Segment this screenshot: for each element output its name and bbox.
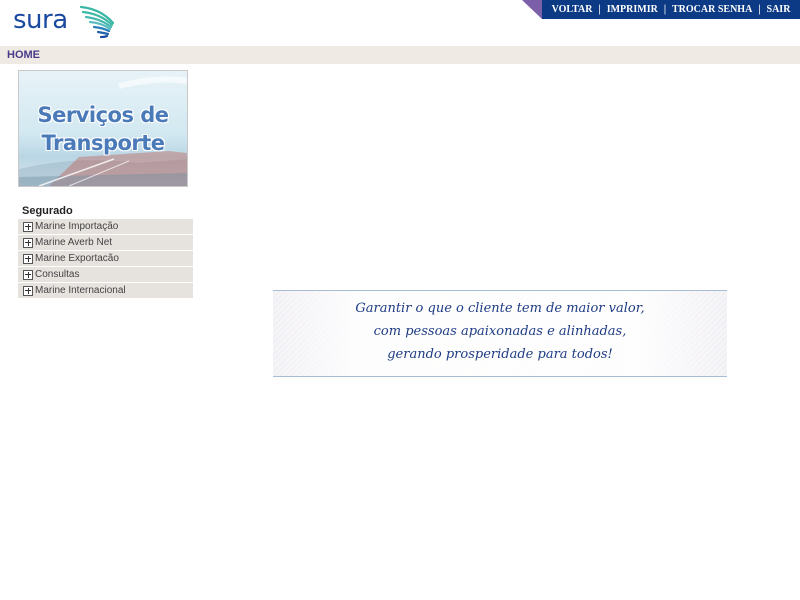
ship-illustration [19, 76, 187, 186]
plus-box-icon[interactable] [23, 221, 33, 232]
header: sura VOLTAR | IMPRIMIR | TROCAR SENHA | … [0, 0, 800, 46]
servicos-transporte-banner: Serviços de Transporte [18, 70, 188, 187]
menu-item-label: Marine Exportacão [35, 253, 119, 264]
plus-box-icon[interactable] [23, 285, 33, 296]
menu-item-marine-averb-net[interactable]: Marine Averb Net [18, 235, 193, 250]
slogan-line3: gerando prosperidade para todos! [387, 347, 613, 362]
plus-box-icon[interactable] [23, 253, 33, 264]
menu-item-label: Marine Internacional [35, 285, 126, 296]
plus-box-icon[interactable] [23, 269, 33, 280]
menu-item-label: Marine Importação [35, 221, 119, 232]
menu-item-marine-importacao[interactable]: Marine Importação [18, 219, 193, 234]
menu-item-consultas[interactable]: Consultas [18, 267, 193, 282]
plus-box-icon[interactable] [23, 237, 33, 248]
trocar-senha-link[interactable]: TROCAR SENHA [672, 4, 752, 15]
slogan-line1: Garantir o que o cliente tem de maior va… [355, 301, 645, 316]
menu-item-label: Marine Averb Net [35, 237, 113, 248]
nav-separator: | [598, 4, 601, 15]
home-link[interactable]: HOME [7, 49, 40, 61]
breadcrumb: HOME [0, 46, 800, 64]
logo-text: sura [13, 5, 68, 35]
banner-title-line1: Serviços de [37, 103, 169, 127]
sura-logo[interactable]: sura [13, 3, 117, 41]
menu-item-label: Consultas [35, 269, 80, 280]
imprimir-link[interactable]: IMPRIMIR [607, 4, 658, 15]
nav-separator: | [663, 4, 667, 15]
topbar-corner-decoration [522, 0, 542, 19]
slogan-banner: Garantir o que o cliente tem de maior va… [273, 290, 727, 377]
banner-title-line2: Transporte [41, 131, 165, 155]
sura-wing-icon [79, 5, 115, 39]
top-navigation: VOLTAR | IMPRIMIR | TROCAR SENHA | SAIR [542, 0, 800, 19]
nav-separator: | [758, 4, 761, 15]
voltar-link[interactable]: VOLTAR [552, 4, 593, 15]
menu-item-marine-internacional[interactable]: Marine Internacional [18, 283, 193, 298]
sidebar-menu: Marine Importação Marine Averb Net Marin… [18, 219, 193, 299]
menu-item-marine-exportacao[interactable]: Marine Exportacão [18, 251, 193, 266]
sidebar-title: Segurado [22, 205, 73, 217]
sair-link[interactable]: SAIR [767, 4, 791, 15]
slogan-line2: com pessoas apaixonadas e alinhadas, [373, 324, 627, 339]
